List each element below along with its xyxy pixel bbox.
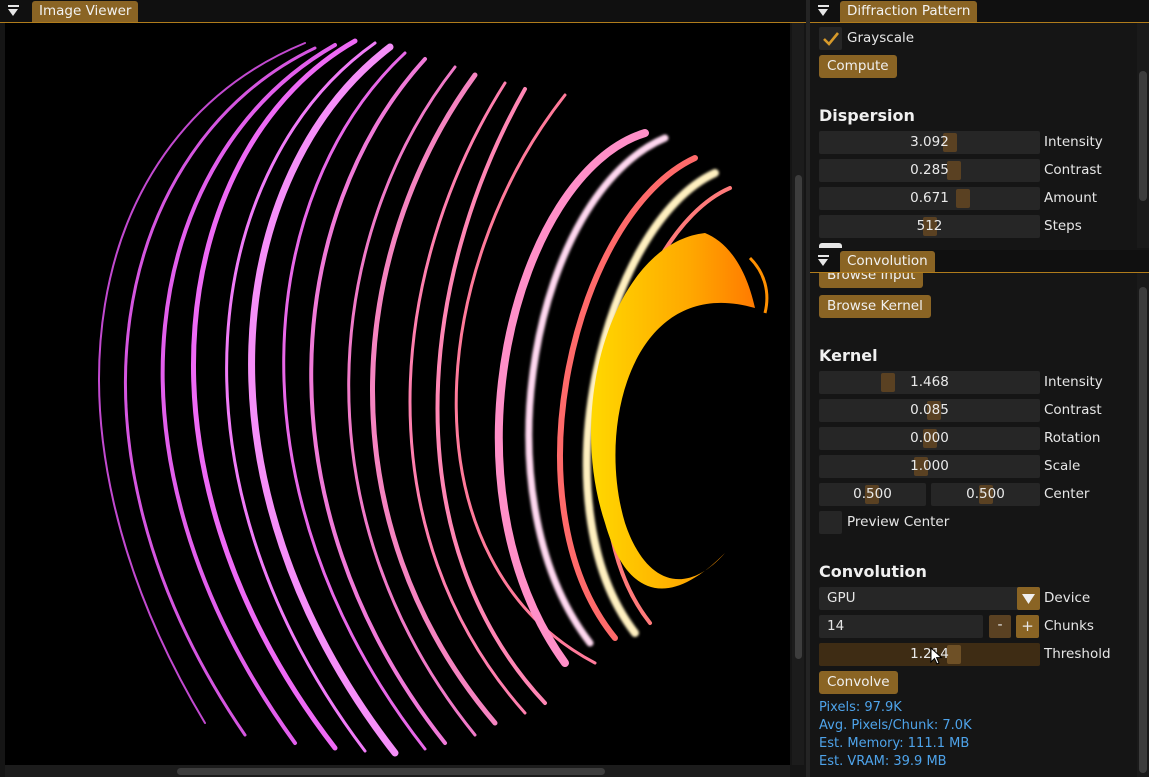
triangle-down-icon xyxy=(1022,594,1035,604)
pixels-stat: Pixels: 97.9K xyxy=(819,700,902,715)
dispersion-heading: Dispersion xyxy=(819,106,915,125)
preview-center-label: Preview Center xyxy=(847,514,950,530)
center-x-slider[interactable]: 0.500 xyxy=(819,483,926,506)
viewer-horizontal-scroll-thumb[interactable] xyxy=(177,768,605,775)
convolution-panel: Browse Input Browse Kernel Kernel 1.468 … xyxy=(810,273,1149,777)
image-viewer-titlebar: Image Viewer xyxy=(0,0,806,23)
partial-widget xyxy=(819,243,842,248)
convolution-titlebar: Convolution xyxy=(810,250,1149,273)
slider-value: 3.092 xyxy=(910,134,949,150)
convolution-heading: Convolution xyxy=(819,562,927,581)
kernel-scale-slider[interactable]: 1.000 xyxy=(819,455,1040,478)
kernel-scale-label: Scale xyxy=(1044,458,1081,474)
compute-button[interactable]: Compute xyxy=(819,55,897,78)
kernel-rotation-slider[interactable]: 0.000 xyxy=(819,427,1040,450)
kernel-contrast-label: Contrast xyxy=(1044,402,1102,418)
slider-value: 0.671 xyxy=(910,190,949,206)
mouse-pointer-icon xyxy=(930,647,943,665)
dropdown-arrow-button[interactable] xyxy=(1017,587,1040,610)
amount-label: Amount xyxy=(1044,190,1098,206)
slider-value: 0.500 xyxy=(853,486,892,502)
grayscale-label: Grayscale xyxy=(847,30,915,46)
kernel-heading: Kernel xyxy=(819,346,878,365)
browse-input-button[interactable]: Browse Input xyxy=(819,273,924,288)
slider-value: 0.500 xyxy=(966,486,1005,502)
device-select[interactable]: GPU xyxy=(819,587,1040,610)
viewer-vertical-scrollbar[interactable] xyxy=(792,23,804,765)
device-label: Device xyxy=(1044,590,1091,606)
convolution-tab[interactable]: Convolution xyxy=(840,251,935,272)
center-y-slider[interactable]: 0.500 xyxy=(931,483,1040,506)
orange-core-ring xyxy=(591,233,769,589)
chunks-value: 14 xyxy=(827,618,845,634)
checkmark-icon xyxy=(823,32,840,46)
diffraction-scroll-thumb[interactable] xyxy=(1139,71,1147,201)
memory-stat: Est. Memory: 111.1 MB xyxy=(819,736,970,751)
diffraction-titlebar: Diffraction Pattern xyxy=(810,0,1149,23)
dispersion-steps-slider[interactable]: 512 xyxy=(819,215,1040,238)
diffraction-image[interactable] xyxy=(5,23,790,765)
vram-stat: Est. VRAM: 39.9 MB xyxy=(819,754,947,769)
dispersion-amount-slider[interactable]: 0.671 xyxy=(819,187,1040,210)
preview-center-checkbox[interactable] xyxy=(819,511,842,534)
slider-value: 0.285 xyxy=(910,162,949,178)
chunks-input[interactable]: 14 xyxy=(819,615,983,638)
image-viewer-tab[interactable]: Image Viewer xyxy=(32,1,139,22)
contrast-label: Contrast xyxy=(1044,162,1102,178)
collapse-icon[interactable] xyxy=(817,4,831,18)
avg-pixels-stat: Avg. Pixels/Chunk: 7.0K xyxy=(819,718,972,733)
slider-value: 1.468 xyxy=(910,374,949,390)
kernel-intensity-label: Intensity xyxy=(1044,374,1103,390)
steps-label: Steps xyxy=(1044,218,1082,234)
convolution-scrollbar[interactable] xyxy=(1137,273,1149,777)
convolve-button[interactable]: Convolve xyxy=(819,671,898,694)
image-viewer xyxy=(0,23,806,777)
dispersion-intensity-slider[interactable]: 3.092 xyxy=(819,131,1040,154)
diffraction-tab[interactable]: Diffraction Pattern xyxy=(840,1,978,22)
slider-value: 0.085 xyxy=(910,402,949,418)
viewer-horizontal-scrollbar[interactable] xyxy=(5,765,790,777)
kernel-rotation-label: Rotation xyxy=(1044,430,1101,446)
intensity-label: Intensity xyxy=(1044,134,1103,150)
magenta-rings xyxy=(98,38,597,757)
browse-kernel-button[interactable]: Browse Kernel xyxy=(819,295,931,318)
dispersion-contrast-slider[interactable]: 0.285 xyxy=(819,159,1040,182)
chunks-decrement-button[interactable]: - xyxy=(989,615,1011,638)
viewer-vertical-scroll-thumb[interactable] xyxy=(795,175,802,659)
chunks-increment-button[interactable]: + xyxy=(1016,615,1039,638)
diffraction-scrollbar[interactable] xyxy=(1137,23,1149,248)
diffraction-render xyxy=(98,38,769,757)
collapse-icon[interactable] xyxy=(7,4,21,18)
grayscale-checkbox[interactable] xyxy=(819,27,842,50)
convolution-scroll-thumb[interactable] xyxy=(1139,287,1147,773)
kernel-contrast-slider[interactable]: 0.085 xyxy=(819,399,1040,422)
collapse-icon[interactable] xyxy=(817,254,831,268)
chunks-label: Chunks xyxy=(1044,618,1094,634)
slider-value: 512 xyxy=(916,218,943,234)
slider-value: 1.000 xyxy=(910,458,949,474)
slider-value: 0.000 xyxy=(910,430,949,446)
threshold-label: Threshold xyxy=(1044,646,1111,662)
kernel-intensity-slider[interactable]: 1.468 xyxy=(819,371,1040,394)
diffraction-panel: Grayscale Compute Dispersion 3.092 Inten… xyxy=(810,23,1149,248)
device-value: GPU xyxy=(827,590,856,606)
center-label: Center xyxy=(1044,486,1090,502)
